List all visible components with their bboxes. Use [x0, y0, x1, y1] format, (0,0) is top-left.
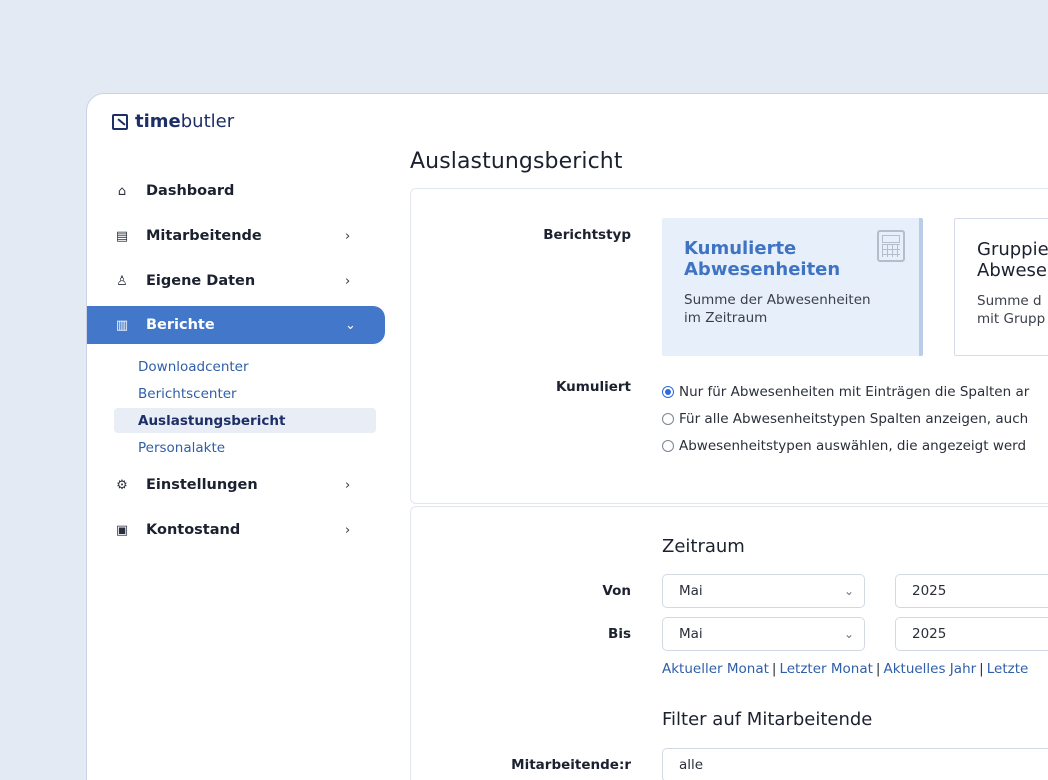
link-last-month[interactable]: Letzter Monat [779, 661, 872, 677]
period-heading: Zeitraum [662, 536, 745, 557]
link-last-year[interactable]: Letzte [987, 661, 1029, 677]
sidebar-item-eigene-daten[interactable]: ♙ Eigene Daten › [87, 262, 385, 300]
sidebar-item-mitarbeitende[interactable]: ▤ Mitarbeitende › [87, 217, 385, 255]
sidebar-item-berichte[interactable]: ▥ Berichte ⌄ [87, 306, 385, 344]
report-type-label: Berichtstyp [543, 227, 631, 243]
report-type-description: Summe d mit Grupp [977, 293, 1046, 327]
period-quick-links: Aktueller Monat | Letzter Monat | Aktuelles … [662, 661, 1029, 677]
sidebar-subitem-downloadcenter[interactable]: Downloadcenter [114, 354, 376, 379]
radio-label: Nur für Abwesenheiten mit Einträgen die … [679, 384, 1030, 400]
sidebar-item-label: Dashboard [146, 183, 235, 199]
app-window: timebutler ⌂ Dashboard ▤ Mitarbeitende ›… [86, 93, 1048, 780]
sidebar-item-label: Einstellungen [146, 477, 258, 493]
sidebar-subitem-personalakte[interactable]: Personalakte [114, 435, 376, 460]
sidebar-item-label: Berichte [146, 317, 215, 333]
radio-button[interactable] [662, 386, 674, 398]
select-value: alle [679, 757, 704, 773]
radio-label: Abwesenheitstypen auswählen, die angezei… [679, 438, 1027, 454]
select-value: Mai [679, 583, 703, 599]
to-month-select[interactable]: Mai ⌄ [662, 617, 865, 651]
employees-select[interactable]: alle [662, 748, 1048, 780]
select-value: 2025 [912, 626, 947, 642]
background: timebutler ⌂ Dashboard ▤ Mitarbeitende ›… [0, 0, 1048, 780]
sidebar-item-kontostand[interactable]: ▣ Kontostand › [87, 511, 385, 549]
report-type-description: Summe der Abwesenheiten im Zeitraum [684, 292, 871, 326]
logo-icon [112, 113, 128, 130]
sidebar-item-label: Mitarbeitende [146, 228, 262, 244]
link-current-year[interactable]: Aktuelles Jahr [883, 661, 976, 677]
logo[interactable]: timebutler [112, 111, 234, 132]
to-year-select[interactable]: 2025 [895, 617, 1048, 651]
employees-label: Mitarbeitende:r [511, 757, 631, 773]
chevron-down-icon: ⌄ [843, 584, 854, 598]
from-label: Von [602, 583, 631, 599]
sidebar-item-label: Eigene Daten [146, 273, 256, 289]
chevron-right-icon: › [345, 273, 351, 289]
calculator-icon [877, 230, 905, 262]
page-title: Auslastungsbericht [410, 149, 623, 174]
radio-button[interactable] [662, 413, 674, 425]
home-icon: ⌂ [117, 183, 127, 199]
chevron-down-icon: ⌄ [345, 317, 356, 333]
filter-heading: Filter auf Mitarbeitende [662, 709, 873, 730]
user-icon: ♙ [116, 273, 128, 289]
chevron-down-icon: ⌄ [843, 627, 854, 641]
sidebar-item-label: Kontostand [146, 522, 241, 538]
list-icon: ▤ [115, 228, 129, 244]
sidebar-item-einstellungen[interactable]: ⚙ Einstellungen › [87, 466, 385, 504]
chevron-right-icon: › [345, 228, 351, 244]
option-all-types[interactable]: Für alle Abwesenheitstypen Spalten anzei… [662, 411, 1028, 427]
report-type-grouped[interactable]: Gruppie Abwese Summe d mit Grupp [954, 218, 1048, 356]
select-value: 2025 [912, 583, 947, 599]
report-type-title: Gruppie Abwese [977, 239, 1048, 281]
radio-button[interactable] [662, 440, 674, 452]
option-select-types[interactable]: Abwesenheitstypen auswählen, die angezei… [662, 438, 1026, 454]
option-only-with-entries[interactable]: Nur für Abwesenheiten mit Einträgen die … [662, 384, 1029, 400]
logo-text: timebutler [135, 111, 235, 132]
select-value: Mai [679, 626, 703, 642]
link-current-month[interactable]: Aktueller Monat [662, 661, 769, 677]
sidebar-subitem-auslastungsbericht[interactable]: Auslastungsbericht [114, 408, 376, 433]
chevron-right-icon: › [345, 522, 351, 538]
wallet-icon: ▣ [115, 522, 129, 538]
to-label: Bis [608, 626, 631, 642]
from-month-select[interactable]: Mai ⌄ [662, 574, 865, 608]
from-year-select[interactable]: 2025 [895, 574, 1048, 608]
gear-icon: ⚙ [116, 477, 128, 493]
radio-label: Für alle Abwesenheitstypen Spalten anzei… [679, 411, 1029, 427]
report-type-title: Kumulierte Abwesenheiten [684, 238, 841, 280]
chart-icon: ▥ [115, 317, 129, 333]
cumulated-label: Kumuliert [555, 379, 631, 395]
sidebar: timebutler ⌂ Dashboard ▤ Mitarbeitende ›… [87, 94, 387, 780]
chevron-right-icon: › [345, 477, 351, 493]
sidebar-subitem-berichtscenter[interactable]: Berichtscenter [114, 381, 376, 406]
report-type-cumulated[interactable]: Kumulierte Abwesenheiten Summe der Abwese… [662, 218, 923, 356]
sidebar-item-dashboard[interactable]: ⌂ Dashboard [87, 172, 385, 210]
